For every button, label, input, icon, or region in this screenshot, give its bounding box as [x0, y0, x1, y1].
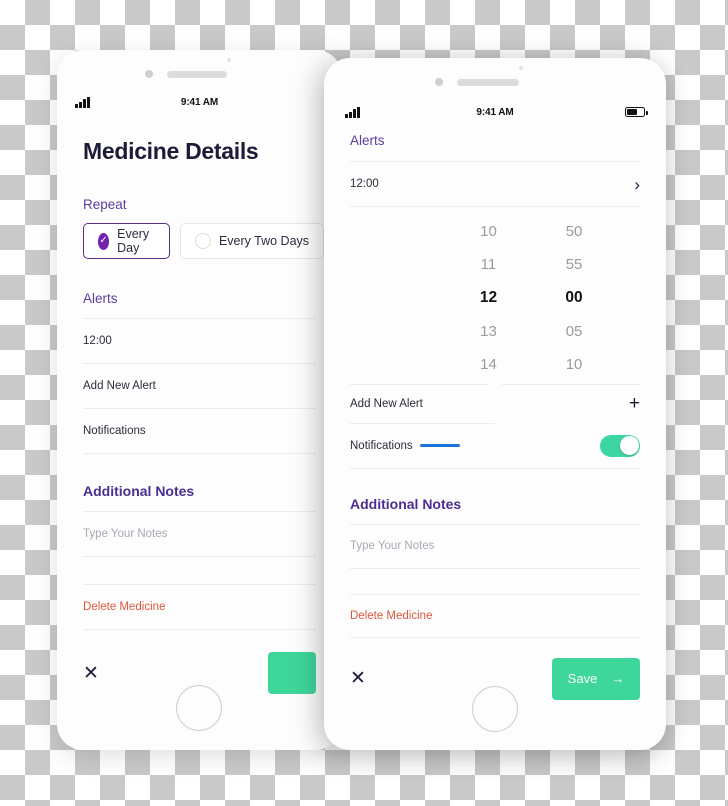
front-camera-icon — [145, 70, 153, 78]
repeat-option-every-day[interactable]: ✓ Every Day — [83, 223, 170, 259]
picker-minute-option[interactable]: 55 — [531, 248, 617, 281]
picker-underlines — [350, 383, 640, 385]
picker-column-minutes[interactable]: 50 55 00 05 10 — [531, 215, 617, 381]
alert-time-row[interactable]: 12:00 › — [350, 162, 640, 206]
divider — [83, 453, 316, 454]
alert-time-row[interactable]: 12:00 — [83, 319, 316, 363]
blue-underline-accent — [419, 444, 460, 447]
radio-empty-icon — [194, 233, 211, 249]
add-new-alert-row[interactable]: Add New Alert — [83, 364, 316, 408]
close-x-icon[interactable]: ✕ — [83, 664, 99, 683]
additional-notes-label: Additional Notes — [83, 483, 195, 499]
picker-hour-option[interactable]: 11 — [446, 248, 532, 281]
notes-placeholder: Type Your Notes — [83, 528, 168, 540]
notifications-row[interactable]: Notifications — [83, 409, 316, 453]
phone-right-notch — [324, 66, 666, 100]
page-title: Medicine Details — [83, 138, 259, 164]
divider-gap — [495, 423, 640, 424]
chevron-right-icon[interactable]: › — [634, 176, 640, 193]
delete-medicine-label: Delete Medicine — [350, 609, 433, 622]
divider — [83, 629, 316, 630]
alert-time-value: 12:00 — [83, 335, 112, 347]
alert-time-value: 12:00 — [350, 178, 379, 190]
picker-column-hours[interactable]: 10 11 12 13 14 — [446, 215, 532, 381]
notifications-label: Notifications — [83, 425, 146, 437]
sensor-dot-icon — [227, 58, 231, 62]
status-clock: 9:41 AM — [180, 96, 219, 108]
picker-minute-option[interactable]: 50 — [531, 215, 617, 248]
divider — [350, 383, 488, 385]
notifications-label: Notifications — [350, 439, 413, 452]
status-clock: 9:41 AM — [476, 106, 514, 118]
divider — [350, 467, 640, 469]
delete-medicine-label: Delete Medicine — [83, 601, 166, 613]
repeat-options: ✓ Every Day Every Two Days — [83, 223, 325, 259]
picker-hour-option[interactable]: 14 — [446, 348, 532, 381]
divider-gap — [488, 384, 502, 385]
home-button-right[interactable] — [472, 686, 518, 732]
divider — [350, 206, 640, 207]
check-circle-icon: ✓ — [98, 232, 110, 250]
notifications-toggle[interactable] — [600, 434, 640, 457]
phone-mockup-left: 9:41 AM Medicine Details Repeat ✓ Every … — [57, 50, 342, 750]
add-new-alert-label: Add New Alert — [350, 397, 423, 410]
notifications-row[interactable]: Notifications — [350, 424, 640, 468]
status-bar-right: 9:41 AM — [324, 102, 666, 122]
notes-spacer — [350, 569, 640, 594]
divider — [350, 422, 495, 424]
repeat-label: Repeat — [83, 197, 127, 212]
delete-medicine-row[interactable]: Delete Medicine — [350, 595, 640, 637]
additional-notes-label: Additional Notes — [350, 495, 462, 512]
plus-icon[interactable]: + — [629, 394, 640, 413]
screen-left: Medicine Details Repeat ✓ Every Day Ever… — [57, 138, 342, 694]
notes-placeholder: Type Your Notes — [350, 540, 435, 552]
notes-spacer — [83, 557, 316, 584]
picker-spacer — [617, 215, 640, 381]
arrow-right-icon: → — [611, 671, 625, 686]
notes-input-row[interactable]: Type Your Notes — [83, 512, 316, 556]
save-button[interactable]: Save → — [552, 657, 640, 700]
divider — [502, 383, 640, 385]
picker-hour-option[interactable]: 13 — [446, 315, 532, 348]
phone-left-notch — [57, 58, 342, 92]
save-button[interactable] — [268, 652, 316, 694]
alerts-label: Alerts — [350, 133, 385, 148]
add-new-alert-label: Add New Alert — [83, 380, 156, 392]
add-new-alert-row[interactable]: Add New Alert + — [350, 385, 640, 423]
repeat-option-label: Every Day — [117, 227, 150, 255]
repeat-option-label: Every Two Days — [218, 234, 310, 248]
status-bar-left: 9:41 AM — [57, 92, 342, 112]
earpiece-speaker — [167, 71, 227, 78]
repeat-option-every-two-days[interactable]: Every Two Days — [179, 223, 325, 259]
sensor-dot-icon — [519, 66, 523, 70]
delete-medicine-row[interactable]: Delete Medicine — [83, 585, 316, 629]
picker-minute-option[interactable]: 10 — [531, 348, 617, 381]
close-x-icon[interactable]: ✕ — [350, 669, 366, 688]
picker-hour-selected[interactable]: 12 — [446, 281, 532, 315]
add-row-underline — [350, 422, 640, 424]
earpiece-speaker — [457, 79, 519, 86]
home-button-left[interactable] — [176, 685, 222, 731]
picker-minute-selected[interactable]: 00 — [531, 281, 617, 315]
alerts-label: Alerts — [83, 291, 118, 306]
phone-mockup-right: 9:41 AM Alerts 12:00 › 10 11 12 13 14 50 — [324, 58, 666, 750]
divider — [350, 636, 640, 638]
picker-minute-option[interactable]: 05 — [531, 315, 617, 348]
picker-hour-option[interactable]: 10 — [446, 215, 532, 248]
notes-input-row[interactable]: Type Your Notes — [350, 525, 640, 568]
save-button-label: Save — [567, 671, 598, 686]
front-camera-icon — [435, 78, 443, 86]
picker-spacer — [350, 215, 446, 381]
screen-right: Alerts 12:00 › 10 11 12 13 14 50 55 00 0… — [324, 133, 666, 700]
time-picker[interactable]: 10 11 12 13 14 50 55 00 05 10 — [350, 215, 640, 381]
battery-icon — [625, 107, 648, 117]
